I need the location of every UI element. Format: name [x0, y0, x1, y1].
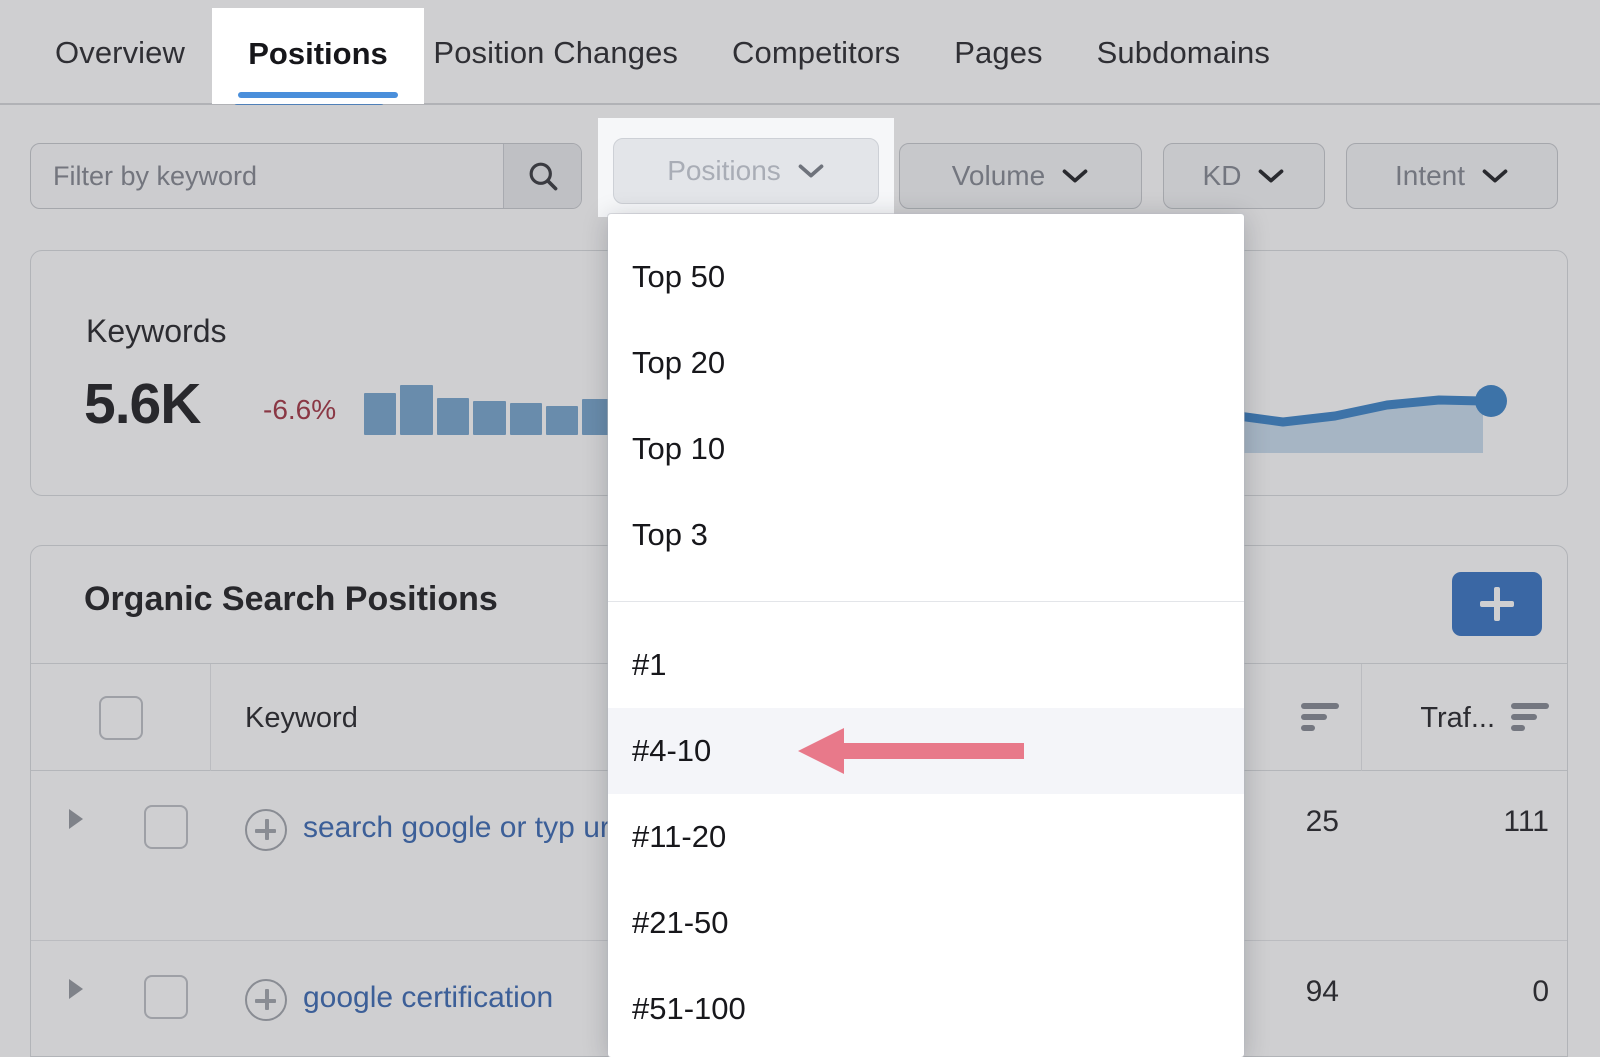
trend-endpoint-dot	[1475, 385, 1507, 417]
filter-label: Volume	[951, 160, 1046, 191]
dropdown-item-top-50[interactable]: Top 50	[608, 234, 1244, 320]
tab-position-changes[interactable]: Position Changes	[406, 0, 705, 105]
dropdown-group-top: Top 50 Top 20 Top 10 Top 3	[608, 214, 1244, 578]
tab-positions-highlight[interactable]: Positions	[212, 8, 424, 104]
row-checkbox[interactable]	[144, 975, 188, 1019]
chevron-down-icon	[1062, 169, 1088, 183]
tab-label: Overview	[55, 35, 185, 70]
filter-kd-button[interactable]: KD	[1163, 143, 1325, 209]
keyword-link[interactable]: google certification	[303, 975, 553, 1022]
row-checkbox-cell	[121, 941, 211, 1056]
chevron-right-icon	[69, 979, 83, 999]
keyword-filter-box	[30, 143, 582, 209]
chevron-down-icon	[1259, 169, 1284, 183]
circle-plus-icon[interactable]	[245, 809, 287, 851]
select-all-checkbox[interactable]	[98, 696, 143, 740]
traffic-column-header[interactable]: Traf...	[1361, 664, 1567, 772]
chevron-down-icon	[1482, 169, 1508, 183]
page-title: Organic Search Positions	[84, 580, 498, 618]
traffic-value: 0	[1532, 975, 1549, 1008]
tab-label: Positions	[248, 36, 388, 71]
keywords-delta: -6.6%	[263, 394, 337, 425]
tab-pages[interactable]: Pages	[927, 0, 1069, 105]
dropdown-item-top-3[interactable]: Top 3	[608, 492, 1244, 578]
tab-label: Position Changes	[433, 35, 679, 70]
magnifier-icon	[529, 162, 557, 191]
dropdown-item-rank-4-10[interactable]: #4-10	[608, 708, 1244, 794]
row-expander[interactable]	[31, 941, 121, 1056]
dropdown-item-top-20[interactable]: Top 20	[608, 320, 1244, 406]
position-value: 94	[1305, 975, 1339, 1008]
chevron-right-icon	[69, 809, 83, 829]
card-title: Keywords	[86, 313, 227, 349]
tab-overview[interactable]: Overview	[28, 0, 212, 105]
traffic-value: 111	[1503, 805, 1549, 838]
dropdown-item-rank-11-20[interactable]: #11-20	[608, 794, 1244, 880]
filter-label: Intent	[1394, 160, 1466, 191]
search-button[interactable]	[503, 144, 581, 208]
dropdown-item-rank-21-50[interactable]: #21-50	[608, 880, 1244, 966]
active-tab-underline	[238, 92, 398, 98]
column-label: Keyword	[245, 701, 358, 734]
filter-positions-highlight[interactable]: Positions	[598, 118, 894, 217]
keyword-link[interactable]: search google or typ url »	[303, 805, 641, 852]
tab-label: Competitors	[732, 35, 901, 70]
tab-label: Pages	[954, 35, 1043, 70]
positions-filter-dropdown[interactable]: Top 50 Top 20 Top 10 Top 3 #1 #4-10 #11-…	[608, 214, 1244, 1057]
sort-icon[interactable]	[1511, 703, 1549, 733]
dropdown-item-rank-1[interactable]: #1	[608, 622, 1244, 708]
position-value: 25	[1305, 805, 1339, 838]
dropdown-item-rank-51-100[interactable]: #51-100	[608, 966, 1244, 1052]
sort-icon[interactable]	[1301, 703, 1339, 733]
dropdown-item-top-10[interactable]: Top 10	[608, 406, 1244, 492]
chevron-down-icon	[798, 164, 824, 178]
circle-plus-icon[interactable]	[245, 979, 287, 1021]
row-checkbox[interactable]	[144, 805, 188, 849]
filter-label: Positions	[667, 155, 781, 186]
plus-icon	[1480, 587, 1514, 621]
keywords-value: 5.6K	[84, 372, 201, 436]
row-expander[interactable]	[31, 771, 121, 940]
search-input[interactable]	[31, 144, 503, 208]
tab-subdomains[interactable]: Subdomains	[1070, 0, 1297, 105]
row-traffic-cell: 0	[1361, 941, 1567, 1056]
filter-label: KD	[1202, 160, 1242, 191]
column-label: Traf...	[1420, 701, 1495, 734]
row-checkbox-cell	[121, 771, 211, 940]
dropdown-group-ranges: #1 #4-10 #11-20 #21-50 #51-100	[608, 602, 1244, 1052]
filter-intent-button[interactable]: Intent	[1346, 143, 1558, 209]
add-keyword-button[interactable]	[1452, 572, 1542, 636]
filter-volume-button[interactable]: Volume	[899, 143, 1142, 209]
left-arrow-annotation	[798, 728, 1024, 774]
tab-competitors[interactable]: Competitors	[705, 0, 927, 105]
select-all-cell	[31, 664, 211, 772]
row-traffic-cell: 111	[1361, 771, 1567, 940]
tab-label: Subdomains	[1096, 35, 1270, 70]
